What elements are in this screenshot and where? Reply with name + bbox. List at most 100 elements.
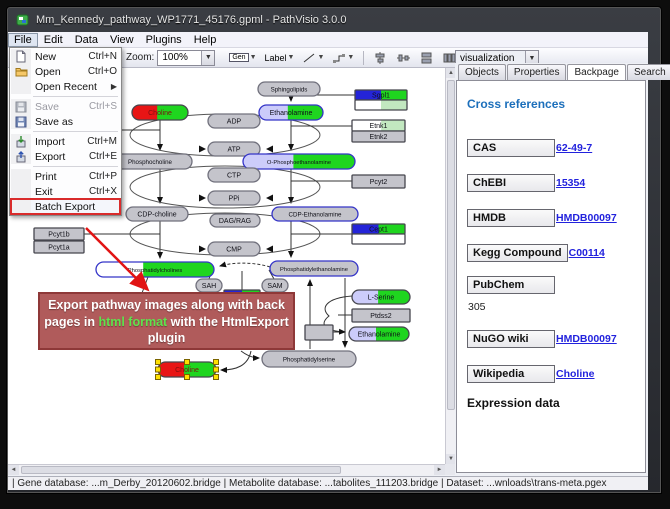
align-horizontal-center-button[interactable]	[393, 50, 414, 66]
backpage-section-header: HMDB	[467, 209, 555, 227]
file-menu-item-new[interactable]: NewCtrl+N	[11, 49, 120, 64]
backpage-section-link[interactable]: Choline	[556, 368, 595, 380]
backpage-section-link[interactable]: C00114	[569, 247, 605, 259]
pathway-node-etnk2[interactable]: Etnk2	[352, 131, 405, 142]
annotation-highlight: html format	[98, 315, 167, 329]
pathway-node-unlabeled[interactable]	[355, 100, 407, 110]
pathway-node-phosphatidylserine[interactable]: Phosphatidylserine	[262, 351, 356, 367]
horizontal-scroll-thumb[interactable]	[21, 466, 341, 474]
selection-handle[interactable]	[185, 375, 190, 380]
pathway-node-l-serine[interactable]: L-Serine	[352, 290, 410, 304]
selection-handle[interactable]	[214, 375, 219, 380]
selection-handle[interactable]	[156, 367, 161, 372]
vertical-scrollbar[interactable]: ▲ ▼	[445, 68, 455, 464]
file-menu-item-exit[interactable]: ExitCtrl+X	[11, 184, 120, 199]
file-menu-item-export[interactable]: ExportCtrl+E	[11, 149, 120, 164]
zoom-value: 100%	[158, 52, 201, 63]
tab-properties[interactable]: Properties	[507, 64, 567, 80]
stack-vertical-icon	[419, 51, 434, 65]
connector-tool-button[interactable]: ▼	[329, 50, 357, 66]
svg-text:SAH: SAH	[202, 283, 216, 290]
pathway-node-pcyt1a[interactable]: Pcyt1a	[34, 241, 84, 253]
title-bar[interactable]: Mm_Kennedy_pathway_WP1771_45176.gpml - P…	[8, 9, 658, 31]
label-tool-button[interactable]: Label ▼	[262, 50, 298, 66]
horizontal-scrollbar[interactable]: ◄ ►	[8, 464, 445, 475]
svg-text:ATP: ATP	[227, 146, 240, 153]
pathway-node-pcyt2[interactable]: Pcyt2	[352, 175, 405, 188]
pathway-node-adp[interactable]: ADP	[208, 114, 260, 128]
pathway-node-cdp-ethanolamine[interactable]: CDP-Ethanolamine	[272, 207, 358, 221]
selection-handle[interactable]	[214, 360, 219, 365]
window-title: Mm_Kennedy_pathway_WP1771_45176.gpml - P…	[36, 14, 346, 26]
scroll-left-icon[interactable]: ◄	[8, 465, 19, 475]
pathway-node-unlabeled[interactable]	[305, 325, 333, 340]
backpage-section-link[interactable]: HMDB00097	[556, 212, 617, 224]
tab-objects[interactable]: Objects	[458, 64, 506, 80]
backpage-section-cas: CAS62-49-7	[467, 135, 635, 157]
svg-text:L-Serine: L-Serine	[368, 294, 395, 301]
file-menu-item-open-recent[interactable]: Open Recent▶	[11, 79, 120, 94]
selection-handle[interactable]	[156, 375, 161, 380]
menu-edit[interactable]: Edit	[38, 33, 69, 47]
app-icon	[16, 13, 30, 27]
pathway-node-pcyt1b[interactable]: Pcyt1b	[34, 228, 84, 240]
pathway-node-sah[interactable]: SAH	[196, 279, 222, 292]
pathway-node-cmp[interactable]: CMP	[208, 242, 260, 256]
line-tool-button[interactable]: ▼	[299, 50, 327, 66]
selection-handle[interactable]	[185, 360, 190, 365]
pathway-node-sgpl1[interactable]: Sgpl1	[355, 90, 407, 100]
pathway-node-cdp-choline[interactable]: CDP-choline	[126, 207, 188, 221]
pathway-node-o-phosphoethanolamine[interactable]: O-Phosphoethanolamine	[243, 154, 355, 169]
file-menu-item-save-as[interactable]: Save as	[11, 114, 120, 129]
vertical-scroll-thumb[interactable]	[447, 80, 455, 410]
pathway-node-etnk1[interactable]: Etnk1	[352, 120, 405, 131]
svg-text:Ethanolamine: Ethanolamine	[270, 110, 313, 117]
file-menu-item-import[interactable]: ImportCtrl+M	[11, 134, 120, 149]
menu-help[interactable]: Help	[188, 33, 223, 47]
menu-data[interactable]: Data	[69, 33, 104, 47]
zoom-combo[interactable]: 100% ▼	[157, 50, 215, 66]
pathway-node-unlabeled[interactable]	[352, 234, 405, 244]
pathway-node-ppi[interactable]: PPi	[208, 191, 260, 205]
menu-file[interactable]: File	[8, 33, 38, 47]
pathway-node-ethanolamine[interactable]: Ethanolamine	[259, 105, 323, 120]
selection-handle[interactable]	[156, 360, 161, 365]
file-menu-item-print[interactable]: PrintCtrl+P	[11, 169, 120, 184]
pathway-node-sphingolipids[interactable]: Sphingolipids	[258, 82, 320, 96]
file-menu-item-batch-export[interactable]: Batch Export	[11, 199, 120, 214]
pathway-node-cept1[interactable]: Cept1	[352, 224, 405, 234]
backpage-section-nugo-wiki: NuGO wikiHMDB00097	[467, 326, 635, 348]
svg-text:Phosphatidylcholines: Phosphatidylcholines	[128, 268, 183, 274]
svg-text:Sphingolipids: Sphingolipids	[271, 86, 308, 93]
backpage-section-link[interactable]: 62-49-7	[556, 142, 592, 154]
pathway-node-choline[interactable]: Choline	[132, 105, 188, 120]
align-vertical-center-button[interactable]	[370, 50, 391, 66]
pathway-node-phosphatidylcholines[interactable]: Phosphatidylcholines	[96, 262, 214, 277]
pathway-node-ctp[interactable]: CTP	[208, 168, 260, 182]
backpage-section-kegg-compound: Kegg CompoundC00114	[467, 240, 635, 262]
pathway-node-sam[interactable]: SAM	[262, 279, 288, 292]
import-icon	[11, 134, 31, 149]
chevron-down-icon: ▼	[317, 54, 324, 61]
pathway-node-choline[interactable]: Choline	[156, 360, 219, 380]
menu-plugins[interactable]: Plugins	[140, 33, 188, 47]
backpage-section-link[interactable]: 15354	[556, 177, 585, 189]
pathway-node-ptdss2[interactable]: Ptdss2	[352, 309, 410, 322]
menu-view[interactable]: View	[104, 33, 140, 47]
pathway-node-dag-rag[interactable]: DAG/RAG	[210, 214, 260, 227]
file-menu-item-open[interactable]: OpenCtrl+O	[11, 64, 120, 79]
tab-search[interactable]: Search	[627, 64, 670, 80]
svg-text:Phosphatidylserine: Phosphatidylserine	[283, 356, 336, 363]
align-horizontal-center-icon	[396, 51, 411, 65]
pathway-node-phosphatidylethanolamine[interactable]: Phosphatidylethanolamine	[270, 261, 358, 276]
selection-handle[interactable]	[214, 367, 219, 372]
gene-product-tool-button[interactable]: Gen ▼	[226, 50, 259, 66]
tab-backpage[interactable]: Backpage	[567, 64, 625, 81]
scroll-right-icon[interactable]: ►	[434, 465, 445, 475]
stack-vertical-button[interactable]	[416, 50, 437, 66]
backpage-section-link[interactable]: HMDB00097	[556, 333, 617, 345]
file-menu-item-save[interactable]: SaveCtrl+S	[11, 99, 120, 114]
gene-product-icon: Gen	[229, 53, 248, 62]
pathway-node-ethanolamine[interactable]: Ethanolamine	[349, 327, 409, 341]
zoom-dropdown-icon[interactable]: ▼	[201, 51, 214, 65]
